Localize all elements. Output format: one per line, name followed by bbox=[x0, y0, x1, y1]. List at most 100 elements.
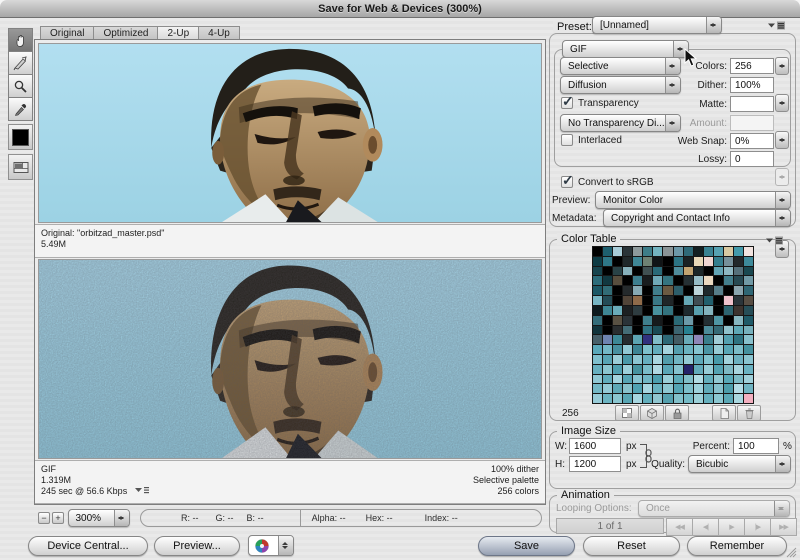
color-swatch-cell[interactable] bbox=[684, 267, 693, 276]
color-swatch-cell[interactable] bbox=[663, 267, 672, 276]
color-swatch-cell[interactable] bbox=[663, 375, 672, 384]
color-swatch-cell[interactable] bbox=[603, 335, 612, 344]
color-swatch-cell[interactable] bbox=[593, 365, 602, 374]
preset-select[interactable]: [Unnamed] bbox=[592, 16, 722, 34]
color-swatch-cell[interactable] bbox=[674, 365, 683, 374]
color-swatch-cell[interactable] bbox=[663, 296, 672, 305]
remember-button[interactable]: Remember bbox=[687, 536, 787, 556]
color-swatch-cell[interactable] bbox=[653, 355, 662, 364]
color-swatch-cell[interactable] bbox=[613, 355, 622, 364]
color-swatch-cell[interactable] bbox=[663, 257, 672, 266]
color-swatch-cell[interactable] bbox=[694, 375, 703, 384]
color-swatch-cell[interactable] bbox=[674, 257, 683, 266]
amount-stepper[interactable] bbox=[775, 168, 789, 186]
color-swatch-cell[interactable] bbox=[613, 267, 622, 276]
color-swatch-cell[interactable] bbox=[663, 316, 672, 325]
hand-tool-button[interactable] bbox=[8, 28, 33, 52]
color-swatch-cell[interactable] bbox=[714, 306, 723, 315]
color-swatch-cell[interactable] bbox=[633, 247, 642, 256]
zoom-tool-button[interactable] bbox=[8, 74, 33, 98]
color-swatch-cell[interactable] bbox=[694, 335, 703, 344]
color-swatch-cell[interactable] bbox=[744, 267, 753, 276]
color-swatch-cell[interactable] bbox=[633, 316, 642, 325]
color-swatch-cell[interactable] bbox=[684, 394, 693, 403]
color-swatch-cell[interactable] bbox=[643, 247, 652, 256]
color-swatch-cell[interactable] bbox=[684, 365, 693, 374]
color-swatch-cell[interactable] bbox=[704, 306, 713, 315]
color-swatch-cell[interactable] bbox=[724, 384, 733, 393]
color-swatch-cell[interactable] bbox=[653, 306, 662, 315]
looping-options-select[interactable]: Once bbox=[638, 500, 790, 517]
color-swatch-cell[interactable] bbox=[633, 267, 642, 276]
colors-field[interactable]: 256 bbox=[730, 58, 774, 74]
color-swatch-cell[interactable] bbox=[714, 355, 723, 364]
color-swatch-cell[interactable] bbox=[623, 286, 632, 295]
color-swatch-cell[interactable] bbox=[694, 276, 703, 285]
color-swatch-cell[interactable] bbox=[714, 335, 723, 344]
tab-original[interactable]: Original bbox=[40, 26, 94, 40]
color-swatch-cell[interactable] bbox=[593, 306, 602, 315]
color-swatch-cell[interactable] bbox=[593, 267, 602, 276]
download-speed-menu-icon[interactable] bbox=[135, 486, 149, 494]
color-swatch-cell[interactable] bbox=[653, 257, 662, 266]
color-swatch-cell[interactable] bbox=[623, 365, 632, 374]
lock-color-button[interactable] bbox=[665, 405, 689, 421]
color-swatch-cell[interactable] bbox=[714, 257, 723, 266]
color-swatch-cell[interactable] bbox=[593, 384, 602, 393]
color-swatch-cell[interactable] bbox=[633, 394, 642, 403]
percent-field[interactable]: 100 bbox=[733, 438, 779, 454]
color-swatch-cell[interactable] bbox=[744, 355, 753, 364]
dither-field[interactable]: 100% bbox=[730, 77, 774, 93]
color-swatch-cell[interactable] bbox=[593, 296, 602, 305]
color-swatch-cell[interactable] bbox=[674, 326, 683, 335]
color-swatch-cell[interactable] bbox=[694, 286, 703, 295]
color-swatch-cell[interactable] bbox=[643, 355, 652, 364]
color-swatch-cell[interactable] bbox=[633, 355, 642, 364]
color-swatch-cell[interactable] bbox=[734, 394, 743, 403]
color-swatch-cell[interactable] bbox=[694, 296, 703, 305]
color-swatch-cell[interactable] bbox=[744, 247, 753, 256]
color-swatch-cell[interactable] bbox=[623, 267, 632, 276]
color-swatch-cell[interactable] bbox=[593, 276, 602, 285]
color-swatch-cell[interactable] bbox=[633, 296, 642, 305]
tab-2up[interactable]: 2-Up bbox=[158, 26, 199, 40]
color-swatch-cell[interactable] bbox=[603, 394, 612, 403]
color-swatch-cell[interactable] bbox=[623, 355, 632, 364]
original-image-pane[interactable] bbox=[38, 43, 542, 223]
interlaced-checkbox[interactable] bbox=[561, 134, 573, 146]
color-swatch-cell[interactable] bbox=[714, 384, 723, 393]
color-swatch-cell[interactable] bbox=[724, 247, 733, 256]
toggle-slices-visibility-button[interactable] bbox=[8, 154, 33, 180]
color-swatch-cell[interactable] bbox=[704, 345, 713, 354]
color-swatch-cell[interactable] bbox=[674, 335, 683, 344]
color-swatch-cell[interactable] bbox=[714, 394, 723, 403]
color-swatch-cell[interactable] bbox=[684, 384, 693, 393]
color-swatch-cell[interactable] bbox=[744, 384, 753, 393]
amount-field[interactable] bbox=[730, 115, 774, 131]
color-swatch-cell[interactable] bbox=[653, 375, 662, 384]
color-swatch-cell[interactable] bbox=[744, 296, 753, 305]
color-swatch-cell[interactable] bbox=[653, 276, 662, 285]
width-field[interactable]: 1600 bbox=[569, 438, 621, 454]
color-swatch-cell[interactable] bbox=[603, 286, 612, 295]
color-swatch-cell[interactable] bbox=[643, 326, 652, 335]
color-swatch-cell[interactable] bbox=[603, 375, 612, 384]
color-swatch-cell[interactable] bbox=[674, 316, 683, 325]
color-swatch-cell[interactable] bbox=[734, 365, 743, 374]
color-swatch-cell[interactable] bbox=[623, 326, 632, 335]
color-swatch-cell[interactable] bbox=[633, 276, 642, 285]
color-swatch-cell[interactable] bbox=[623, 394, 632, 403]
color-swatch-cell[interactable] bbox=[724, 276, 733, 285]
color-swatch-cell[interactable] bbox=[603, 267, 612, 276]
color-swatch-cell[interactable] bbox=[694, 355, 703, 364]
color-swatch-cell[interactable] bbox=[653, 326, 662, 335]
first-frame-button[interactable]: ◀◀ bbox=[666, 518, 693, 536]
color-swatch-cell[interactable] bbox=[653, 316, 662, 325]
color-swatch-cell[interactable] bbox=[714, 345, 723, 354]
color-swatch-cell[interactable] bbox=[694, 247, 703, 256]
color-swatch-cell[interactable] bbox=[643, 345, 652, 354]
color-swatch-cell[interactable] bbox=[613, 326, 622, 335]
play-button[interactable]: ▶ bbox=[719, 518, 745, 536]
color-swatch-cell[interactable] bbox=[674, 384, 683, 393]
color-swatch-cell[interactable] bbox=[724, 286, 733, 295]
